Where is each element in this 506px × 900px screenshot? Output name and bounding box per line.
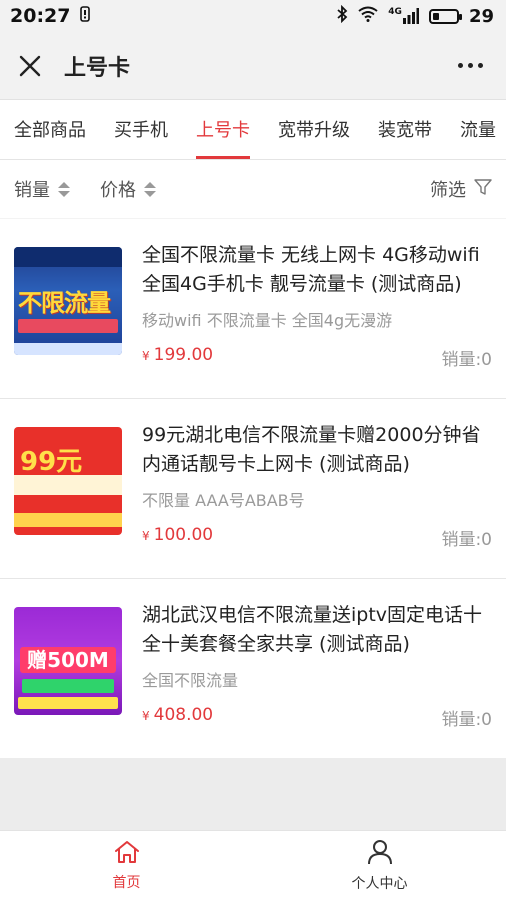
thumbnail-promo-text: 99元 xyxy=(20,447,83,477)
nav-home[interactable]: 首页 xyxy=(0,831,253,900)
category-tabs: 全部商品 买手机 上号卡 宽带升级 装宽带 流量 xyxy=(0,100,506,160)
home-icon xyxy=(114,840,140,868)
notification-icon xyxy=(80,5,91,27)
product-subtitle: 全国不限流量 xyxy=(142,671,239,690)
sort-bar: 销量 价格 筛选 xyxy=(0,160,506,218)
sort-arrows-icon xyxy=(144,181,156,197)
filter-icon xyxy=(474,178,492,201)
more-options-icon[interactable] xyxy=(450,52,490,80)
wifi-icon xyxy=(358,6,378,27)
nav-profile-label: 个人中心 xyxy=(351,875,408,892)
product-title[interactable]: 湖北武汉电信不限流量送iptv固定电话十全十美套餐全家共享 (测试商品) xyxy=(142,601,492,659)
product-title[interactable]: 99元湖北电信不限流量卡赠2000分钟省内通话靓号卡上网卡 (测试商品) xyxy=(142,421,492,479)
bluetooth-icon xyxy=(336,4,348,28)
filter-button[interactable]: 筛选 xyxy=(430,176,492,202)
tab-sim-card[interactable]: 上号卡 xyxy=(196,100,250,159)
sort-arrows-icon xyxy=(58,181,70,197)
product-price: ¥100.00 xyxy=(142,525,214,545)
tab-install-broadband[interactable]: 装宽带 xyxy=(378,100,432,159)
thumbnail-promo-text: 不限流量 xyxy=(18,289,111,317)
product-list: 不限流量 全国不限流量卡 无线上网卡 4G移动wifi 全国4G手机卡 靓号流量… xyxy=(0,218,506,758)
status-time: 20:27 xyxy=(10,5,71,27)
nav-home-label: 首页 xyxy=(112,874,141,891)
product-item[interactable]: 99元 99元湖北电信不限流量卡赠2000分钟省内通话靓号卡上网卡 (测试商品)… xyxy=(0,398,506,578)
filter-label: 筛选 xyxy=(430,180,466,201)
product-thumbnail[interactable]: 99元 xyxy=(14,427,122,535)
close-icon[interactable] xyxy=(16,52,44,80)
product-sales: 销量:0 xyxy=(441,530,492,550)
product-thumbnail[interactable]: 不限流量 xyxy=(14,247,122,355)
product-title[interactable]: 全国不限流量卡 无线上网卡 4G移动wifi 全国4G手机卡 靓号流量卡 (测试… xyxy=(142,241,492,299)
cellular-signal-icon: 4G xyxy=(388,8,419,24)
battery-percent: 29 xyxy=(468,5,494,27)
sort-sales-label: 销量 xyxy=(14,180,50,201)
product-sales: 销量:0 xyxy=(441,350,492,370)
tab-buy-phone[interactable]: 买手机 xyxy=(114,100,168,159)
bottom-nav: 首页 个人中心 xyxy=(0,830,506,900)
product-price: ¥199.00 xyxy=(142,345,214,365)
product-subtitle: 不限量 AAA号ABAB号 xyxy=(142,491,305,510)
product-item[interactable]: 不限流量 全国不限流量卡 无线上网卡 4G移动wifi 全国4G手机卡 靓号流量… xyxy=(0,218,506,398)
page-title: 上号卡 xyxy=(64,55,131,81)
sort-by-sales[interactable]: 销量 xyxy=(14,176,70,202)
sort-price-label: 价格 xyxy=(100,180,136,201)
nav-profile[interactable]: 个人中心 xyxy=(253,831,506,900)
title-bar: 上号卡 xyxy=(0,32,506,100)
tab-data[interactable]: 流量 xyxy=(460,100,496,159)
product-price: ¥408.00 xyxy=(142,705,214,725)
status-bar: 20:27 4G 29 xyxy=(0,0,506,32)
product-item[interactable]: 赠500M 湖北武汉电信不限流量送iptv固定电话十全十美套餐全家共享 (测试商… xyxy=(0,578,506,758)
tab-all-products[interactable]: 全部商品 xyxy=(14,100,86,159)
product-thumbnail[interactable]: 赠500M xyxy=(14,607,122,715)
product-sales: 销量:0 xyxy=(441,710,492,730)
sort-by-price[interactable]: 价格 xyxy=(100,176,156,202)
user-icon xyxy=(367,839,393,869)
battery-icon xyxy=(428,8,462,24)
tab-broadband-upgrade[interactable]: 宽带升级 xyxy=(278,100,350,159)
product-subtitle: 移动wifi 不限流量卡 全国4g无漫游 xyxy=(142,311,393,330)
thumbnail-promo-text: 赠500M xyxy=(20,647,116,673)
